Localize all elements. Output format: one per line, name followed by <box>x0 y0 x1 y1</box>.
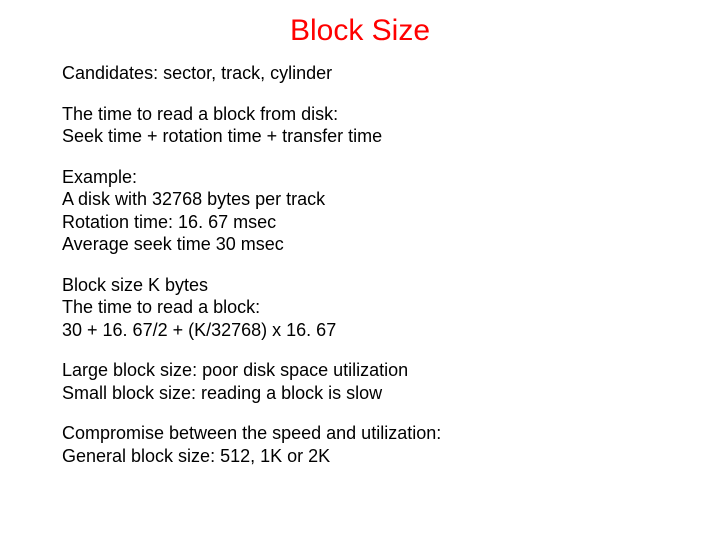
text-line: Candidates: sector, track, cylinder <box>62 62 658 85</box>
text-line: Large block size: poor disk space utiliz… <box>62 359 658 382</box>
text-line: General block size: 512, 1K or 2K <box>62 445 658 468</box>
paragraph-tradeoff: Large block size: poor disk space utiliz… <box>62 359 658 404</box>
text-line: Seek time + rotation time + transfer tim… <box>62 125 658 148</box>
slide: Block Size Candidates: sector, track, cy… <box>0 0 720 540</box>
text-line: Rotation time: 16. 67 msec <box>62 211 658 234</box>
slide-body: Candidates: sector, track, cylinder The … <box>62 62 658 485</box>
text-line: Compromise between the speed and utiliza… <box>62 422 658 445</box>
paragraph-compromise: Compromise between the speed and utiliza… <box>62 422 658 467</box>
paragraph-read-time: The time to read a block from disk: Seek… <box>62 103 658 148</box>
text-line: 30 + 16. 67/2 + (K/32768) x 16. 67 <box>62 319 658 342</box>
text-line: The time to read a block: <box>62 296 658 319</box>
paragraph-example: Example: A disk with 32768 bytes per tra… <box>62 166 658 256</box>
text-line: Example: <box>62 166 658 189</box>
text-line: Block size K bytes <box>62 274 658 297</box>
text-line: Average seek time 30 msec <box>62 233 658 256</box>
paragraph-formula: Block size K bytes The time to read a bl… <box>62 274 658 342</box>
text-line: The time to read a block from disk: <box>62 103 658 126</box>
text-line: Small block size: reading a block is slo… <box>62 382 658 405</box>
text-line: A disk with 32768 bytes per track <box>62 188 658 211</box>
slide-title: Block Size <box>0 14 720 48</box>
paragraph-candidates: Candidates: sector, track, cylinder <box>62 62 658 85</box>
